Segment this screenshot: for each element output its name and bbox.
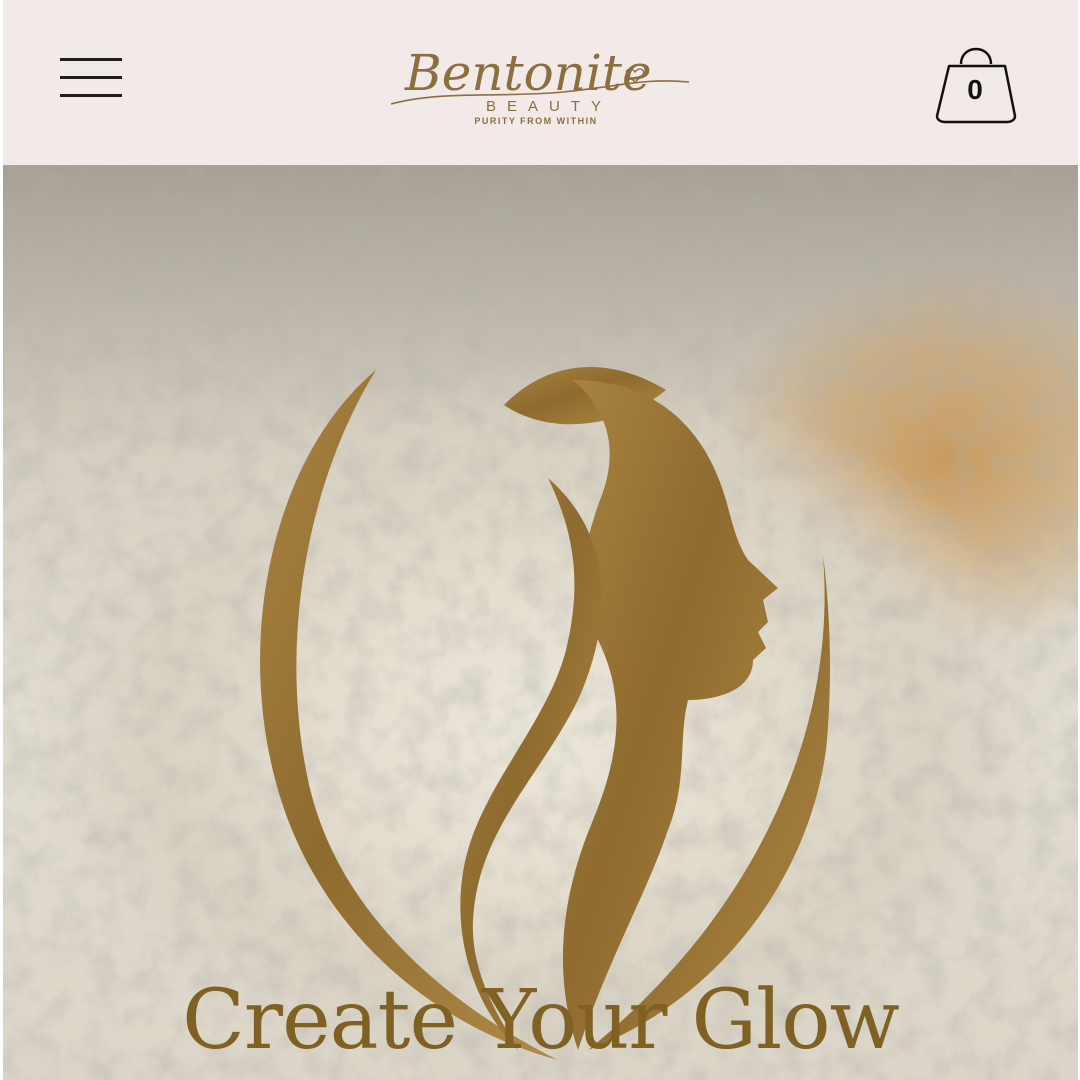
hero-title: Create Your Glow (182, 973, 900, 1068)
site-header: Bentonite BEAUTY PURITY FROM WITHIN 0 (3, 0, 1078, 165)
brand-tagline: PURITY FROM WITHIN (474, 116, 598, 126)
cart-button[interactable]: 0 (933, 30, 1023, 126)
cart-count-badge: 0 (967, 74, 983, 105)
brand-subtitle: BEAUTY (485, 98, 612, 115)
menu-button[interactable] (60, 58, 122, 100)
hamburger-icon-line (60, 58, 122, 61)
hero-banner: Create Your Glow (3, 165, 1078, 1080)
hamburger-icon-line (60, 94, 122, 97)
hamburger-icon-line (60, 76, 122, 79)
woman-profile-leaf-icon (260, 367, 830, 1060)
brand-script-logo: Bentonite (390, 44, 690, 105)
brand-logo-link[interactable]: Bentonite BEAUTY PURITY FROM WITHIN (383, 28, 703, 132)
